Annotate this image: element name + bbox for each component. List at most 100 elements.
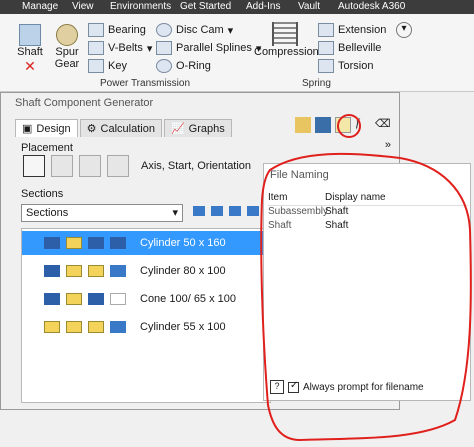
- compression-button[interactable]: Compression: [254, 22, 319, 58]
- extension-label: Extension: [338, 24, 387, 36]
- key-icon: [88, 59, 104, 73]
- section-row[interactable]: Cylinder 55 x 100: [22, 315, 270, 339]
- display-name-cell[interactable]: Shaft: [325, 206, 348, 220]
- save-icon[interactable]: [315, 117, 331, 133]
- sections-combo[interactable]: Sections: [21, 204, 183, 222]
- vbelt-icon: [88, 41, 104, 55]
- shaft-button[interactable]: Shaft ✕: [12, 24, 48, 75]
- feature-icon: [110, 265, 126, 277]
- cam-icon: [156, 23, 172, 37]
- torsion-button[interactable]: Torsion: [318, 59, 373, 73]
- oring-icon: [156, 59, 172, 73]
- placement-label: Placement: [21, 142, 73, 154]
- gear-icon: [56, 24, 78, 46]
- cylinder-tool-icon[interactable]: [193, 206, 205, 216]
- bearing-label: Bearing: [108, 24, 146, 36]
- shaft-label: Shaft: [17, 46, 43, 58]
- section-row-label: Cylinder 80 x 100: [140, 265, 226, 277]
- item-cell: Shaft: [268, 220, 292, 231]
- tab-graphs-label: Graphs: [188, 122, 225, 135]
- spring-icon: [272, 22, 298, 46]
- close-icon: ✕: [24, 58, 36, 74]
- flip-icon[interactable]: [107, 155, 129, 177]
- display-name-cell[interactable]: Shaft: [325, 220, 348, 234]
- key-button[interactable]: Key: [88, 59, 127, 73]
- chamfer-icon: [44, 293, 60, 305]
- belleville-label: Belleville: [338, 42, 382, 54]
- section-row[interactable]: Cylinder 80 x 100: [22, 259, 270, 283]
- section-row[interactable]: Cone 100/ 65 x 100: [22, 287, 270, 311]
- function-icon[interactable]: ƒ: [355, 117, 371, 133]
- polygon-tool-icon[interactable]: [229, 206, 241, 216]
- vbelts-button[interactable]: V-Belts ▾: [88, 41, 152, 55]
- open-folder-icon[interactable]: [295, 117, 311, 133]
- belleville-spring-icon: [318, 41, 334, 55]
- oring-label: O-Ring: [176, 60, 211, 72]
- tab-design-label: Design: [36, 122, 71, 135]
- menu-a360[interactable]: Autodesk A360: [338, 1, 405, 12]
- spur-gear-label: Spur Gear: [54, 46, 80, 70]
- disc-cam-button[interactable]: Disc Cam ▾: [156, 23, 233, 37]
- section-tools: [193, 206, 259, 216]
- calculation-icon: ⚙: [86, 123, 97, 135]
- fillet-icon: [88, 265, 104, 277]
- expand-icon[interactable]: »: [385, 139, 391, 151]
- eraser-icon[interactable]: ⌫: [375, 117, 391, 133]
- menu-environments[interactable]: Environments: [110, 1, 171, 12]
- tab-graphs[interactable]: 📈 Graphs: [163, 119, 232, 137]
- header-item: Item: [268, 192, 288, 203]
- cylinder-shape-icon: [66, 265, 82, 277]
- file-naming-footer: ? Always prompt for filename: [270, 380, 424, 394]
- dialog-title: Shaft Component Generator: [15, 97, 154, 109]
- shaft-icon: [19, 24, 41, 46]
- tab-calculation-label: Calculation: [100, 122, 155, 135]
- feature-icon: [110, 237, 126, 249]
- parallel-splines-button[interactable]: Parallel Splines ▾: [156, 41, 261, 55]
- menu-view[interactable]: View: [72, 1, 94, 12]
- always-prompt-checkbox[interactable]: [288, 380, 299, 393]
- belleville-button[interactable]: Belleville: [318, 41, 381, 55]
- group-spring: Spring: [302, 78, 331, 89]
- menu-vault[interactable]: Vault: [298, 1, 320, 12]
- extension-spring-icon: [318, 23, 334, 37]
- table-header: Item Display name: [268, 192, 468, 206]
- start-arrow-icon[interactable]: [51, 155, 73, 177]
- dialog-tabs: ▣ Design ⚙ Calculation 📈 Graphs: [15, 119, 232, 137]
- placement-row: Axis, Start, Orientation: [23, 155, 251, 177]
- parallel-splines-label: Parallel Splines: [176, 42, 252, 54]
- select-arrow-icon[interactable]: [23, 155, 45, 177]
- compression-label: Compression: [254, 46, 319, 58]
- menu-addins[interactable]: Add-Ins: [246, 1, 280, 12]
- menu-manage[interactable]: Manage: [22, 1, 58, 12]
- fillet-icon: [88, 293, 104, 305]
- group-power-transmission: Power Transmission: [100, 78, 191, 89]
- chevron-down-icon: ▾: [227, 24, 234, 37]
- spur-gear-button[interactable]: Spur Gear: [52, 24, 82, 70]
- extension-button[interactable]: Extension: [318, 23, 386, 37]
- bearing-button[interactable]: Bearing: [88, 23, 146, 37]
- chamfer-icon: [44, 237, 60, 249]
- menu-get-started[interactable]: Get Started: [180, 1, 231, 12]
- always-prompt-label: Always prompt for filename: [303, 381, 424, 393]
- file-naming-title: File Naming: [270, 169, 329, 181]
- cone-tool-icon[interactable]: [211, 206, 223, 216]
- design-icon: ▣: [22, 123, 33, 135]
- help-icon[interactable]: ?: [270, 380, 284, 394]
- fillet-icon: [88, 321, 104, 333]
- cone-shape-icon: [66, 293, 82, 305]
- section-row[interactable]: Cylinder 50 x 160: [22, 231, 270, 255]
- hex-tool-icon[interactable]: [247, 206, 259, 216]
- chevron-down-icon[interactable]: ▾: [396, 22, 412, 38]
- tab-calculation[interactable]: ⚙ Calculation: [79, 119, 162, 137]
- vbelts-label: V-Belts: [108, 42, 143, 54]
- oring-button[interactable]: O-Ring: [156, 59, 211, 73]
- table-row[interactable]: Subassembly Shaft: [268, 206, 468, 220]
- tab-design[interactable]: ▣ Design: [15, 119, 78, 137]
- section-row-label: Cone 100/ 65 x 100: [140, 293, 237, 305]
- table-row[interactable]: Shaft Shaft: [268, 220, 468, 234]
- torsion-label: Torsion: [338, 60, 374, 72]
- fillet-icon: [88, 237, 104, 249]
- section-row-label: Cylinder 50 x 160: [140, 237, 226, 249]
- file-naming-icon[interactable]: [335, 117, 351, 133]
- orientation-arrow-icon[interactable]: [79, 155, 101, 177]
